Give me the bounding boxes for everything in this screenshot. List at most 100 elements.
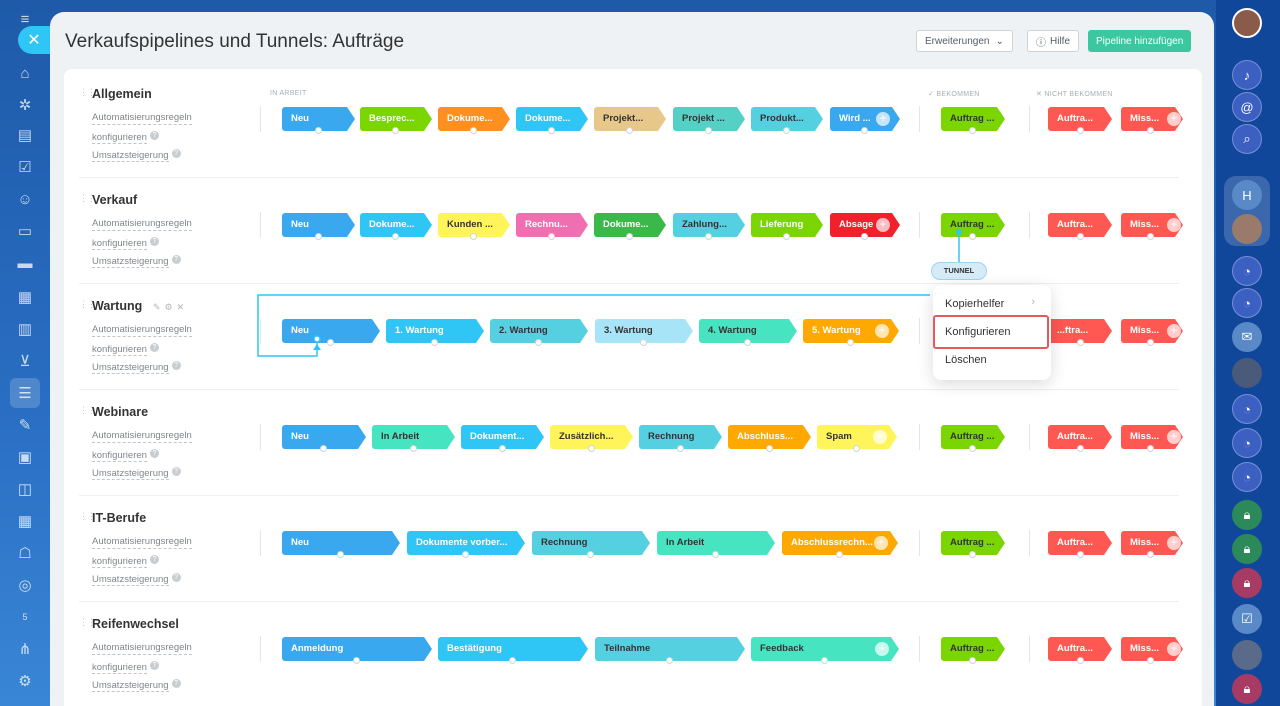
close-slider-button[interactable]: ✕ — [18, 26, 50, 54]
automation-link[interactable]: Automatisierungsregeln — [92, 111, 192, 125]
sales-boost-link[interactable]: Umsatzsteigerung — [92, 680, 169, 692]
configure-link[interactable]: konfigurieren — [92, 132, 147, 144]
chat-avatar-person[interactable] — [1232, 358, 1262, 388]
lock-icon[interactable]: 🔒︎ — [1232, 534, 1262, 564]
stage-connector-dot[interactable] — [640, 339, 647, 346]
cart-icon[interactable]: ⊻ — [14, 350, 36, 372]
drag-handle-icon[interactable]: ⋮⋮ — [79, 618, 96, 632]
add-stage-icon[interactable]: + — [875, 324, 889, 338]
add-stage-icon[interactable]: + — [876, 112, 890, 126]
stage-connector-dot[interactable] — [783, 233, 790, 240]
stage-connector-dot[interactable] — [548, 233, 555, 240]
stage-connector-dot[interactable] — [969, 551, 976, 558]
help-icon[interactable]: ? — [171, 149, 181, 159]
lock-icon[interactable]: 🔒︎ — [1232, 500, 1262, 530]
stage-connector-dot[interactable] — [548, 127, 555, 134]
stage-connector-dot[interactable] — [836, 551, 843, 558]
pipeline-icon[interactable]: ☰ — [10, 378, 40, 408]
stage-connector-dot[interactable] — [969, 445, 976, 452]
stage-connector-dot[interactable] — [666, 657, 673, 664]
stage-connector-dot[interactable] — [1147, 127, 1154, 134]
help-icon[interactable]: ? — [149, 131, 159, 141]
stage-connector-dot[interactable] — [626, 233, 633, 240]
stage-connector-dot[interactable] — [861, 127, 868, 134]
channel-icon[interactable]: ◔ — [1232, 462, 1262, 492]
channel-icon[interactable]: ◔ — [1232, 394, 1262, 424]
add-stage-icon[interactable]: + — [1167, 642, 1181, 656]
pencil-icon[interactable]: ✎ — [153, 302, 165, 312]
help-icon[interactable]: ? — [171, 467, 181, 477]
stage-connector-dot[interactable] — [410, 445, 417, 452]
chat-avatar-person[interactable] — [1232, 214, 1262, 244]
tasks-icon[interactable]: ☑ — [14, 156, 36, 178]
stage-connector-dot[interactable] — [320, 445, 327, 452]
stage-connector-dot[interactable] — [337, 551, 344, 558]
add-stage-icon[interactable]: + — [1167, 536, 1181, 550]
home-icon[interactable]: ⌂ — [14, 62, 36, 84]
stage-connector-dot[interactable] — [315, 127, 322, 134]
user-avatar[interactable] — [1232, 8, 1262, 38]
close-icon[interactable]: ✕ — [177, 302, 189, 312]
calendar-icon[interactable]: ▦ — [14, 286, 36, 308]
menu-item-delete[interactable]: Löschen — [945, 354, 987, 366]
stage-connector-dot[interactable] — [1077, 657, 1084, 664]
help-icon[interactable]: ? — [171, 255, 181, 265]
configure-link[interactable]: konfigurieren — [92, 450, 147, 462]
automation-link[interactable]: Automatisierungsregeln — [92, 535, 192, 549]
help-icon[interactable]: ? — [149, 449, 159, 459]
stage-connector-dot[interactable] — [470, 127, 477, 134]
add-stage-icon[interactable]: + — [875, 642, 889, 656]
file-icon[interactable]: ▭ — [14, 220, 36, 242]
drag-handle-icon[interactable]: ⋮⋮ — [79, 300, 96, 314]
contacts-icon[interactable]: ☺ — [14, 188, 36, 210]
configure-link[interactable]: konfigurieren — [92, 662, 147, 674]
menu-item-copy-helper[interactable]: Kopierhelfer — [945, 298, 1004, 310]
stage-connector-dot[interactable] — [1077, 233, 1084, 240]
stage-connector-dot[interactable] — [588, 445, 595, 452]
stage-connector-dot[interactable] — [431, 339, 438, 346]
target-icon[interactable]: ◎ — [14, 574, 36, 596]
automation-link[interactable]: Automatisierungsregeln — [92, 323, 192, 337]
robot-icon[interactable]: ☖ — [14, 542, 36, 564]
settings-icon[interactable]: ⚙ — [14, 670, 36, 692]
bell-icon[interactable]: ♪ — [1232, 60, 1262, 90]
stage-connector-dot[interactable] — [392, 127, 399, 134]
help-icon[interactable]: ? — [149, 237, 159, 247]
drag-handle-icon[interactable]: ⋮⋮ — [79, 512, 96, 526]
stage-connector-dot[interactable] — [705, 233, 712, 240]
stage-connector-dot[interactable] — [1077, 445, 1084, 452]
stage-connector-dot[interactable] — [1147, 339, 1154, 346]
stage-connector-dot[interactable] — [821, 657, 828, 664]
configure-link[interactable]: konfigurieren — [92, 344, 147, 356]
add-pipeline-button[interactable]: Pipeline hinzufügen — [1088, 30, 1192, 52]
automation-link[interactable]: Automatisierungsregeln — [92, 429, 192, 443]
stage-connector-dot[interactable] — [535, 339, 542, 346]
schedule-icon[interactable]: ▦ — [14, 510, 36, 532]
sales-boost-link[interactable]: Umsatzsteigerung — [92, 574, 169, 586]
stage-connector-dot[interactable] — [1147, 233, 1154, 240]
lock-icon[interactable]: 🔒︎ — [1232, 674, 1262, 704]
counter-badge[interactable]: 5 — [14, 606, 36, 628]
stage-connector-dot[interactable] — [499, 445, 506, 452]
stage-connector-dot[interactable] — [1147, 445, 1154, 452]
stage-connector-dot[interactable] — [766, 445, 773, 452]
help-icon[interactable]: ? — [149, 555, 159, 565]
stage-connector-dot[interactable] — [1147, 551, 1154, 558]
stage-connector-dot[interactable] — [1147, 657, 1154, 664]
stage-connector-dot[interactable] — [847, 339, 854, 346]
stage-connector-dot[interactable] — [853, 445, 860, 452]
stage-connector-dot[interactable] — [969, 127, 976, 134]
stage-connector-dot[interactable] — [315, 233, 322, 240]
configure-link[interactable]: konfigurieren — [92, 556, 147, 568]
configure-link[interactable]: konfigurieren — [92, 238, 147, 250]
drag-handle-icon[interactable]: ⋮⋮ — [79, 88, 96, 102]
task-chat-icon[interactable]: ☑ — [1232, 604, 1262, 634]
stage-connector-dot[interactable] — [392, 233, 399, 240]
stage-connector-dot[interactable] — [462, 551, 469, 558]
sales-boost-link[interactable]: Umsatzsteigerung — [92, 362, 169, 374]
channel-icon[interactable]: ◔ — [1232, 288, 1262, 318]
archive-icon[interactable]: ◫ — [14, 478, 36, 500]
stage-connector-dot[interactable] — [861, 233, 868, 240]
analytics-icon[interactable]: ▥ — [14, 318, 36, 340]
stage-connector-dot[interactable] — [587, 551, 594, 558]
